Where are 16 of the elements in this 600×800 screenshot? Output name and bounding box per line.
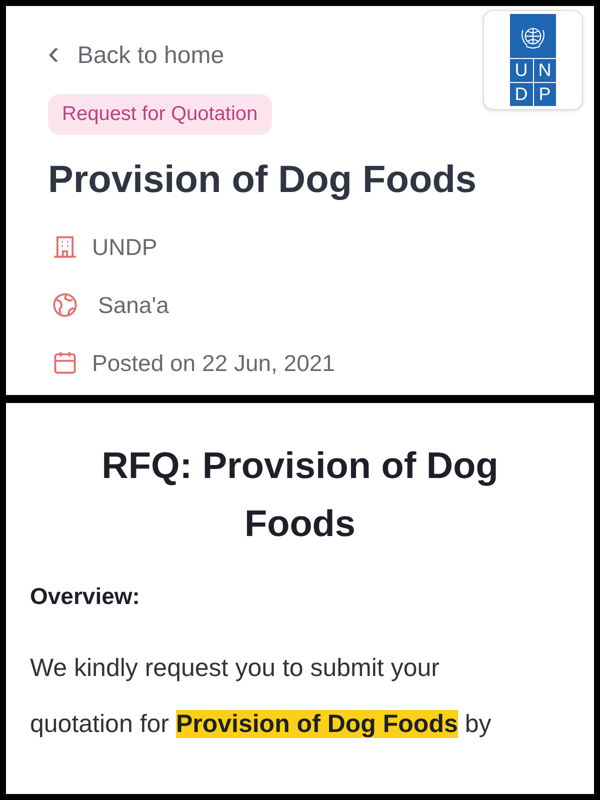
logo-letter: N [534, 59, 556, 82]
category-tag: Request for Quotation [48, 94, 272, 135]
meta-text: Posted on 22 Jun, 2021 [92, 350, 335, 376]
meta-text: Sana'a [98, 292, 169, 318]
logo-letter: D [510, 83, 532, 106]
paragraph: We kindly request you to submit your quotation for Provision of Dog Foods by [30, 653, 492, 740]
calendar-icon [52, 350, 78, 376]
meta-text: UNDP [92, 234, 158, 260]
page-title: Provision of Dog Foods [48, 159, 478, 202]
globe-icon [52, 292, 78, 318]
article-heading: RFQ: Provision of Dog Foods [100, 444, 500, 546]
logo-letter: U [510, 59, 532, 82]
logo-letter: P [534, 83, 556, 106]
building-icon [52, 234, 78, 260]
back-link[interactable]: ‹ Back to home [48, 42, 224, 70]
section-label: Overview: [30, 583, 141, 610]
